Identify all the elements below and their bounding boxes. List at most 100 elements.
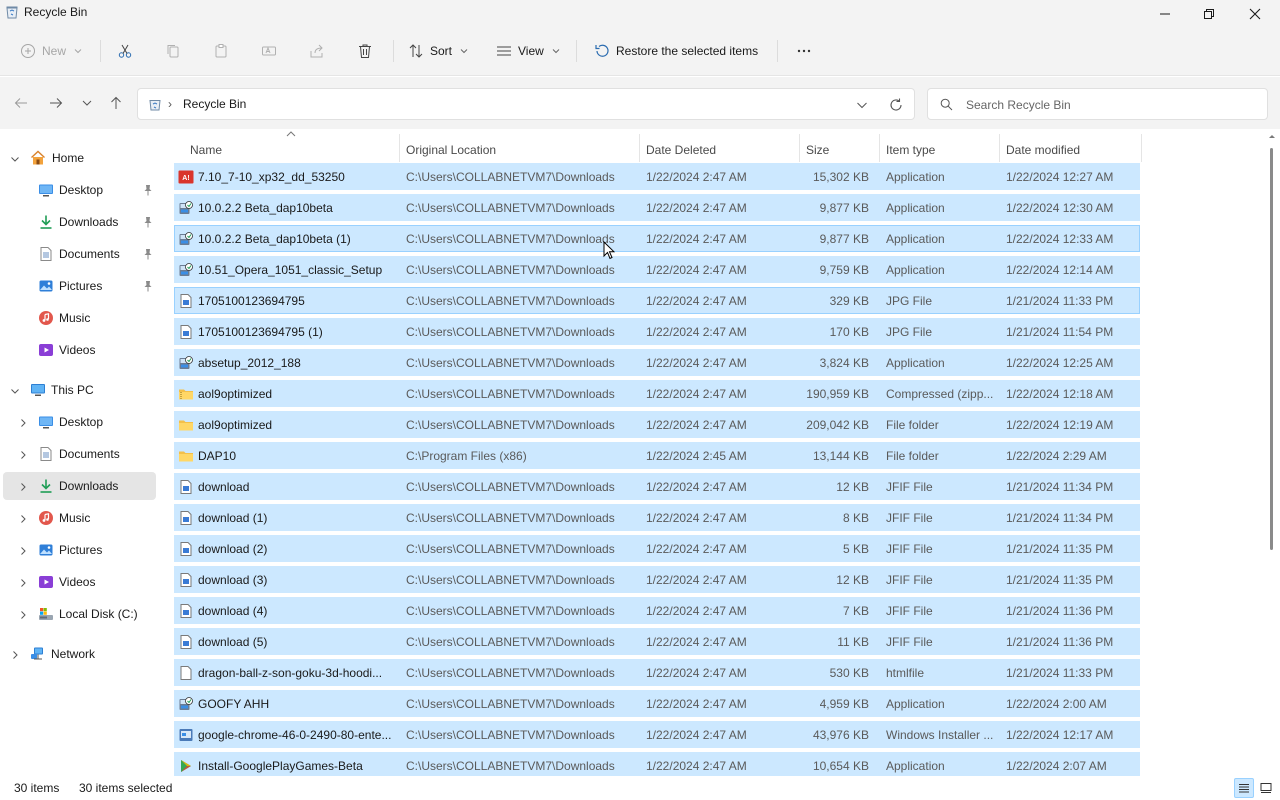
column-divider[interactable] bbox=[999, 134, 1000, 162]
sort-button[interactable]: Sort bbox=[408, 38, 468, 64]
scroll-up-icon[interactable] bbox=[1268, 132, 1276, 140]
close-button[interactable] bbox=[1232, 0, 1278, 28]
scrollbar-thumb[interactable] bbox=[1270, 148, 1273, 550]
chevron-right-icon[interactable] bbox=[18, 609, 28, 619]
file-row[interactable]: 1705100123694795 (1) C:\Users\COLLABNETVM… bbox=[174, 318, 1140, 345]
chevron-down-icon[interactable] bbox=[10, 385, 20, 395]
file-row[interactable]: aol9optimized C:\Users\COLLABNETVM7\Downl… bbox=[174, 380, 1140, 407]
sidebar-quick-videos[interactable]: Videos bbox=[3, 336, 156, 364]
sidebar-quick-pictures[interactable]: Pictures bbox=[3, 272, 156, 300]
chevron-down-icon[interactable] bbox=[10, 153, 20, 163]
view-button[interactable]: View bbox=[496, 38, 560, 64]
file-row[interactable]: DAP10 C:\Program Files (x86) 1/22/2024 2:4… bbox=[174, 442, 1140, 469]
column-header-item-type[interactable]: Item type bbox=[886, 136, 935, 164]
restore-selected-button[interactable]: Restore the selected items bbox=[594, 38, 758, 64]
sidebar-item-home[interactable]: Home bbox=[3, 144, 156, 172]
file-row[interactable]: A! 7.10_7-10_xp32_dd_53250 C:\Users\COLLAB… bbox=[174, 163, 1140, 190]
sidebar-pc-music[interactable]: Music bbox=[3, 504, 156, 532]
back-button[interactable] bbox=[11, 93, 31, 113]
column-header-name[interactable]: Name bbox=[190, 136, 222, 164]
large-icons-view-icon bbox=[1260, 783, 1272, 793]
column-header-date-modified[interactable]: Date modified bbox=[1006, 136, 1080, 164]
file-row[interactable]: download (5) C:\Users\COLLABNETVM7\Downlo… bbox=[174, 628, 1140, 655]
file-row[interactable]: download C:\Users\COLLABNETVM7\Downloads 1… bbox=[174, 473, 1140, 500]
chevron-down-icon bbox=[552, 49, 560, 54]
delete-button[interactable] bbox=[357, 38, 373, 64]
file-item-type: JPG File bbox=[886, 294, 933, 308]
chevron-down-icon[interactable] bbox=[855, 98, 869, 112]
address-bar[interactable]: › Recycle Bin bbox=[137, 88, 915, 120]
breadcrumb-recycle-bin[interactable]: Recycle Bin bbox=[183, 97, 246, 111]
up-button[interactable] bbox=[106, 93, 126, 113]
recent-locations-button[interactable] bbox=[77, 93, 97, 113]
file-item-type: Application bbox=[886, 697, 945, 711]
chevron-right-icon[interactable] bbox=[18, 545, 28, 555]
column-divider[interactable] bbox=[799, 134, 800, 162]
more-options-button[interactable] bbox=[796, 38, 812, 64]
column-divider[interactable] bbox=[399, 134, 400, 162]
image-file-icon bbox=[178, 572, 194, 588]
vertical-scrollbar[interactable] bbox=[1269, 130, 1275, 776]
file-row[interactable]: absetup_2012_188 C:\Users\COLLABNETVM7\Do… bbox=[174, 349, 1140, 376]
chevron-right-icon[interactable] bbox=[18, 417, 28, 427]
file-row[interactable]: download (1) C:\Users\COLLABNETVM7\Downlo… bbox=[174, 504, 1140, 531]
column-divider[interactable] bbox=[879, 134, 880, 162]
cut-button[interactable] bbox=[117, 38, 133, 64]
sidebar-pc-pictures[interactable]: Pictures bbox=[3, 536, 156, 564]
divider bbox=[576, 40, 577, 62]
chevron-right-icon[interactable] bbox=[18, 481, 28, 491]
installer-icon bbox=[178, 200, 194, 216]
sidebar-quick-music[interactable]: Music bbox=[3, 304, 156, 332]
file-list: Name Original Location Date Deleted Size… bbox=[174, 130, 1142, 779]
sidebar-quick-downloads[interactable]: Downloads bbox=[3, 208, 156, 236]
chevron-right-icon[interactable] bbox=[18, 513, 28, 523]
minimize-button[interactable] bbox=[1142, 0, 1188, 28]
column-divider[interactable] bbox=[1141, 134, 1142, 162]
sidebar-pc-downloads[interactable]: Downloads bbox=[3, 472, 156, 500]
file-row[interactable]: google-chrome-46-0-2490-80-ente... C:\Use… bbox=[174, 721, 1140, 748]
sidebar-pc-desktop[interactable]: Desktop bbox=[3, 408, 156, 436]
pc-icon bbox=[30, 382, 46, 398]
share-button[interactable] bbox=[309, 38, 325, 64]
column-divider[interactable] bbox=[639, 134, 640, 162]
search-input[interactable] bbox=[966, 95, 1256, 115]
file-row[interactable]: download (2) C:\Users\COLLABNETVM7\Downlo… bbox=[174, 535, 1140, 562]
chevron-right-icon[interactable] bbox=[18, 449, 28, 459]
refresh-icon[interactable] bbox=[888, 97, 904, 113]
sidebar-pc-videos[interactable]: Videos bbox=[3, 568, 156, 596]
file-row[interactable]: 10.0.2.2 Beta_dap10beta C:\Users\COLLABNE… bbox=[174, 194, 1140, 221]
file-original-location: C:\Users\COLLABNETVM7\Downloads bbox=[406, 387, 615, 401]
copy-button[interactable] bbox=[165, 38, 181, 64]
file-row[interactable]: 10.0.2.2 Beta_dap10beta (1) C:\Users\COLL… bbox=[174, 225, 1140, 252]
sidebar-pc-documents[interactable]: Documents bbox=[3, 440, 156, 468]
sidebar-quick-desktop[interactable]: Desktop bbox=[3, 176, 156, 204]
file-name: download bbox=[198, 480, 250, 494]
file-row[interactable]: download (4) C:\Users\COLLABNETVM7\Downlo… bbox=[174, 597, 1140, 624]
rename-button[interactable] bbox=[261, 38, 277, 64]
file-row[interactable]: download (3) C:\Users\COLLABNETVM7\Downlo… bbox=[174, 566, 1140, 593]
sidebar-pc-local-disk[interactable]: Local Disk (C:) bbox=[3, 600, 156, 628]
html-file-icon bbox=[178, 665, 194, 681]
search-box[interactable] bbox=[927, 88, 1268, 120]
details-view-button[interactable] bbox=[1234, 778, 1254, 798]
large-icons-view-button[interactable] bbox=[1256, 778, 1276, 798]
sidebar-quick-documents[interactable]: Documents bbox=[3, 240, 156, 268]
forward-button[interactable] bbox=[46, 93, 66, 113]
paste-button[interactable] bbox=[213, 38, 229, 64]
file-row[interactable]: Install-GooglePlayGames-Beta C:\Users\COL… bbox=[174, 752, 1140, 779]
file-row[interactable]: 10.51_Opera_1051_classic_Setup C:\Users\C… bbox=[174, 256, 1140, 283]
restore-icon bbox=[1204, 9, 1214, 19]
column-header-date-deleted[interactable]: Date Deleted bbox=[646, 136, 716, 164]
chevron-right-icon[interactable] bbox=[10, 649, 20, 659]
file-row[interactable]: aol9optimized C:\Users\COLLABNETVM7\Downl… bbox=[174, 411, 1140, 438]
restore-button[interactable] bbox=[1186, 0, 1232, 28]
chevron-right-icon[interactable] bbox=[18, 577, 28, 587]
sidebar-item-network[interactable]: Network bbox=[3, 640, 156, 668]
sidebar-item-this-pc[interactable]: This PC bbox=[3, 376, 156, 404]
column-header-size[interactable]: Size bbox=[806, 136, 829, 164]
file-row[interactable]: dragon-ball-z-son-goku-3d-hoodi... C:\Use… bbox=[174, 659, 1140, 686]
file-row[interactable]: 1705100123694795 C:\Users\COLLABNETVM7\Do… bbox=[174, 287, 1140, 314]
file-row[interactable]: GOOFY AHH C:\Users\COLLABNETVM7\Downloads… bbox=[174, 690, 1140, 717]
column-header-original-location[interactable]: Original Location bbox=[406, 136, 496, 164]
new-button[interactable]: New bbox=[20, 38, 82, 64]
